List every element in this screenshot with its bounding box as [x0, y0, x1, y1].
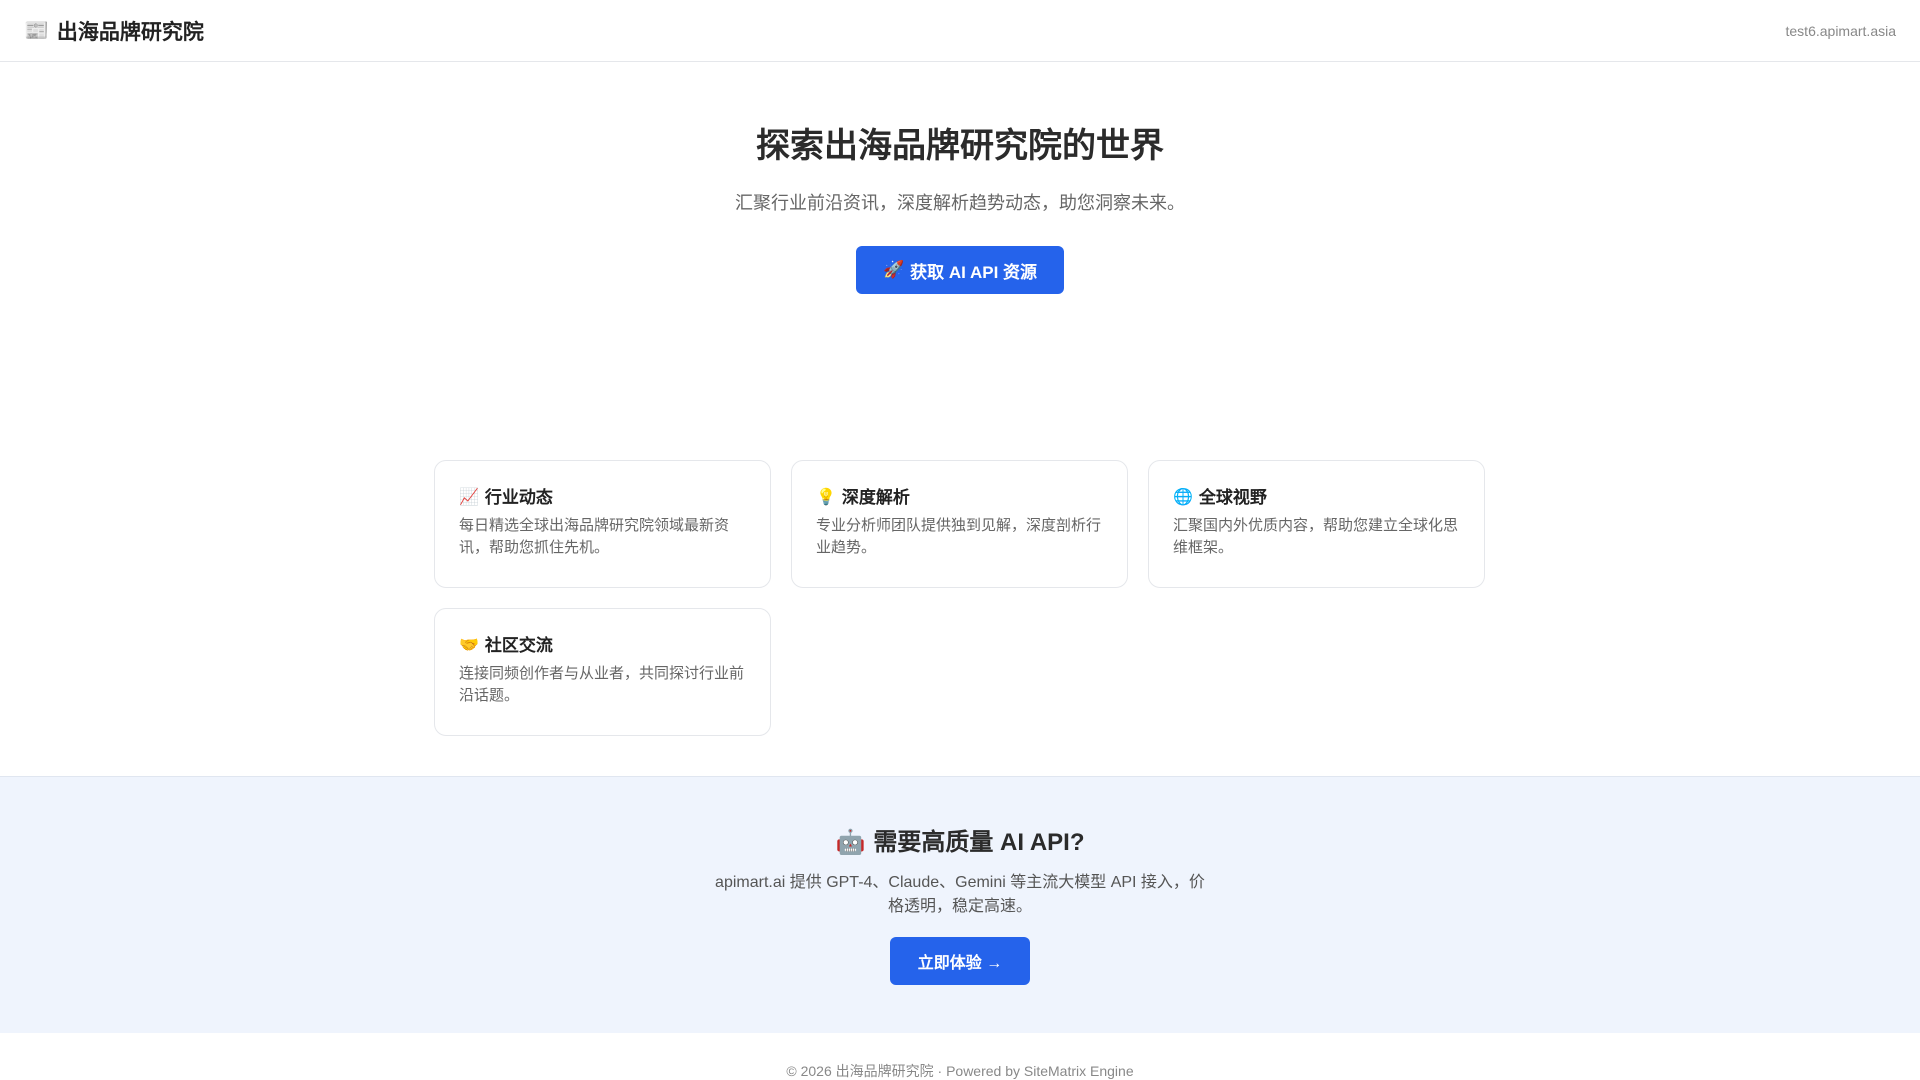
feature-card-deep-analysis: 💡 深度解析 专业分析师团队提供独到见解，深度剖析行业趋势。 — [791, 460, 1128, 588]
try-now-button[interactable]: 立即体验 → — [890, 937, 1030, 985]
promo-title-text: 需要高质量 AI API? — [873, 829, 1085, 856]
hero-section: 探索出海品牌研究院的世界 汇聚行业前沿资讯，深度解析趋势动态，助您洞察未来。 🚀… — [0, 62, 1920, 388]
feature-card-desc: 每日精选全球出海品牌研究院领域最新资讯，帮助您抓住先机。 — [459, 517, 730, 556]
feature-card-title: 🌐 全球视野 — [1173, 487, 1460, 509]
feature-card-desc: 连接同频创作者与从业者，共同探讨行业前沿话题。 — [459, 665, 745, 704]
hero-subtitle: 汇聚行业前沿资讯，深度解析趋势动态，助您洞察未来。 — [735, 193, 1185, 213]
get-ai-api-button[interactable]: 🚀 获取 AI API 资源 — [856, 246, 1064, 294]
promo-title: 🤖 需要高质量 AI API? — [0, 827, 1920, 859]
feature-cards: 📈 行业动态 每日精选全球出海品牌研究院领域最新资讯，帮助您抓住先机。 💡 深度… — [434, 460, 1486, 736]
feature-card-title-text: 深度解析 — [841, 488, 910, 507]
feature-card-title-text: 全球视野 — [1198, 488, 1267, 507]
feature-card-title-text: 行业动态 — [484, 488, 553, 507]
feature-card-community: 🤝 社区交流 连接同频创作者与从业者，共同探讨行业前沿话题。 — [434, 608, 771, 736]
feature-card-desc: 汇聚国内外优质内容，帮助您建立全球化思维框架。 — [1173, 517, 1459, 556]
site-footer: © 2026 出海品牌研究院 · Powered by SiteMatrix E… — [0, 1033, 1920, 1080]
site-name: 出海品牌研究院 — [56, 20, 204, 44]
site-domain: test6.apimart.asia — [1785, 22, 1897, 39]
get-ai-api-button-label: 获取 AI API 资源 — [910, 262, 1038, 282]
newspaper-icon: 📰 — [24, 20, 49, 42]
footer-copyright: © 2026 出海品牌研究院 · Powered by SiteMatrix E… — [786, 1063, 1134, 1079]
handshake-icon: 🤝 — [459, 637, 479, 654]
feature-card-desc: 专业分析师团队提供独到见解，深度剖析行业趋势。 — [816, 517, 1102, 556]
site-header: 📰 出海品牌研究院 test6.apimart.asia — [0, 0, 1920, 62]
rocket-icon: 🚀 — [882, 260, 905, 279]
feature-card-global-view: 🌐 全球视野 汇聚国内外优质内容，帮助您建立全球化思维框架。 — [1148, 460, 1485, 588]
feature-card-title: 📈 行业动态 — [459, 487, 746, 509]
feature-card-title: 💡 深度解析 — [816, 487, 1103, 509]
chart-up-icon: 📈 — [459, 489, 479, 506]
promo-text: apimart.ai 提供 GPT-4、Claude、Gemini 等主流大模型… — [715, 874, 1205, 915]
ai-api-promo: 🤖 需要高质量 AI API? apimart.ai 提供 GPT-4、Clau… — [0, 776, 1920, 1033]
feature-card-title-text: 社区交流 — [484, 636, 553, 655]
site-logo-link[interactable]: 📰 出海品牌研究院 — [24, 16, 204, 46]
lightbulb-icon: 💡 — [816, 489, 836, 506]
globe-icon: 🌐 — [1173, 489, 1193, 506]
hero-title: 探索出海品牌研究院的世界 — [756, 127, 1164, 165]
feature-card-industry-news: 📈 行业动态 每日精选全球出海品牌研究院领域最新资讯，帮助您抓住先机。 — [434, 460, 771, 588]
feature-card-title: 🤝 社区交流 — [459, 635, 746, 657]
robot-icon: 🤖 — [835, 829, 866, 856]
